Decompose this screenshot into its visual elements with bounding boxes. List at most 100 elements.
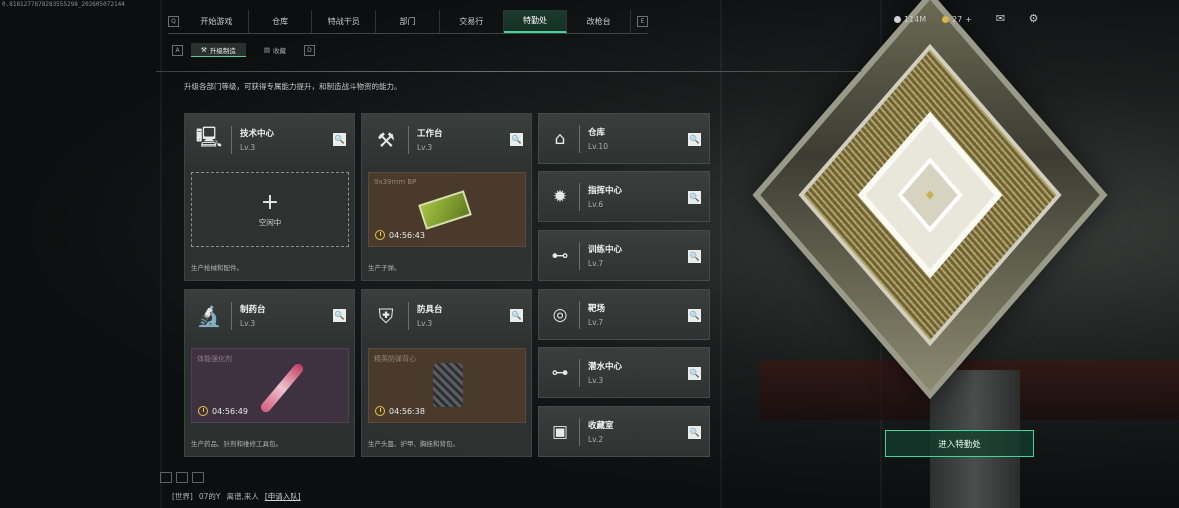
chat-message: 离谱,来人 [226, 492, 259, 501]
search-icon[interactable]: 🔍 [510, 133, 523, 146]
dept-card-armor-bench[interactable]: ⛨ 防具台 Lv.3 🔍 精英防弹背心 04:56:38 生产头盔、护甲、胸挂和… [361, 289, 532, 457]
dept-name: 制药台 [240, 305, 266, 315]
timer-value: 04:56:49 [212, 406, 248, 416]
search-icon[interactable]: 🔍 [333, 309, 346, 322]
divider [579, 182, 580, 211]
dept-name: 训练中心 [588, 245, 623, 255]
divider [579, 417, 580, 446]
dept-card-diving-center[interactable]: ⊶ 潜水中心 Lv.3 🔍 [538, 347, 710, 398]
main-nav: Q 开始游戏 仓库 特战干员 部门 交易行 特勤处 改枪台 E [168, 10, 648, 34]
dept-description: 生产头盔、护甲、胸挂和背包。 [368, 440, 459, 448]
sub-nav: A ⚒ 升级制造 ▤ 收藏 D [172, 43, 315, 57]
armor-icon: ⛨ [378, 303, 394, 328]
target-icon: ◎ [552, 304, 568, 325]
dept-level: Lv.3 [417, 319, 433, 328]
search-icon[interactable]: 🔍 [688, 191, 701, 204]
production-timer: 04:56:38 [375, 406, 425, 416]
chat-controls [160, 472, 204, 483]
production-slot[interactable]: 精英防弹背心 04:56:38 [368, 348, 526, 423]
dept-card-collection-room[interactable]: ▣ 收藏室 Lv.2 🔍 [538, 406, 710, 457]
search-icon[interactable]: 🔍 [510, 309, 523, 322]
search-icon[interactable]: 🔍 [688, 250, 701, 263]
card-header: ⛨ 防具台 Lv.3 🔍 [362, 290, 531, 341]
clock-icon [375, 406, 385, 416]
dept-name: 指挥中心 [588, 186, 623, 196]
subtab-label: 收藏 [272, 47, 286, 55]
build-watermark: 0.8181277878283555298_202605072144 [2, 1, 125, 8]
timer-value: 04:56:38 [389, 406, 425, 416]
production-timer: 04:56:49 [198, 406, 248, 416]
dept-name: 技术中心 [240, 129, 275, 139]
production-slot-empty[interactable]: + 空闲中 [191, 172, 349, 247]
tab-upgrade-craft[interactable]: ⚒ 升级制造 [191, 43, 246, 57]
dumbbell-icon: ⊷ [551, 245, 569, 266]
syringe-image [258, 361, 306, 415]
item-name: 9x39mm BP [374, 178, 417, 186]
dept-card-workbench[interactable]: ⚒ 工作台 Lv.3 🔍 9x39mm BP 04:56:43 生产子弹。 [361, 113, 532, 281]
divider [579, 124, 580, 153]
wrench-icon: ⚒ [201, 45, 207, 54]
enter-special-ops-button[interactable]: 进入特勤处 [885, 430, 1034, 457]
search-icon[interactable]: 🔍 [688, 367, 701, 380]
dept-name: 仓库 [588, 128, 606, 138]
dept-card-tech-center[interactable]: 🖳 技术中心 Lv.3 🔍 + 空闲中 生产枪械和配件。 [184, 113, 355, 281]
chat-toggle-button[interactable] [160, 472, 172, 483]
join-team-link[interactable]: [申请入队] [265, 491, 301, 502]
dept-level: Lv.3 [417, 143, 433, 152]
gear-icon[interactable]: ⚙ [1027, 13, 1040, 25]
microscope-icon: 🔬 [196, 303, 222, 328]
tab-trade[interactable]: 交易行 [440, 10, 504, 33]
production-slot[interactable]: 9x39mm BP 04:56:43 [368, 172, 526, 247]
nav-next-key[interactable]: E [637, 16, 648, 27]
dept-card-warehouse[interactable]: ⌂ 仓库 Lv.10 🔍 [538, 113, 710, 164]
subtab-label: 升级制造 [209, 46, 236, 55]
production-slot[interactable]: 体能强化剂 04:56:49 [191, 348, 349, 423]
tab-warehouse[interactable]: 仓库 [249, 10, 313, 33]
tab-gunsmith[interactable]: 改枪台 [567, 10, 632, 33]
dept-level: Lv.3 [240, 319, 256, 328]
dept-description: 生产药品、针剂和维修工具包。 [191, 440, 282, 448]
dept-level: Lv.7 [588, 259, 604, 268]
search-icon[interactable]: 🔍 [688, 426, 701, 439]
gold-amount: 27 [952, 15, 963, 24]
chat-user[interactable]: 07的Y [199, 491, 221, 502]
chat-settings-button[interactable] [192, 472, 204, 483]
dept-level: Lv.10 [588, 142, 608, 151]
dept-level: Lv.3 [240, 143, 256, 152]
gold-currency[interactable]: 27 + [942, 15, 972, 24]
tab-operators[interactable]: 特战干员 [312, 10, 377, 33]
command-icon: ✹ [552, 186, 568, 207]
dept-name: 潜水中心 [588, 362, 623, 372]
subnav-next-key[interactable]: D [303, 44, 315, 56]
search-icon[interactable]: 🔍 [333, 133, 346, 146]
card-header: 🔬 制药台 Lv.3 🔍 [185, 290, 354, 341]
dept-card-command-center[interactable]: ✹ 指挥中心 Lv.6 🔍 [538, 171, 710, 222]
dept-name: 防具台 [417, 305, 443, 315]
tab-collection[interactable]: ▤ 收藏 [254, 43, 296, 57]
divider [231, 125, 232, 154]
mail-icon[interactable]: ✉ [994, 13, 1007, 25]
nav-prev-key[interactable]: Q [168, 16, 179, 27]
dept-card-pharmacy[interactable]: 🔬 制药台 Lv.3 🔍 体能强化剂 04:56:49 生产药品、针剂和维修工具… [184, 289, 355, 457]
chat-channel-button[interactable] [176, 472, 188, 483]
tab-special-ops[interactable]: 特勤处 [503, 10, 568, 33]
chat-line: [世界] 07的Y 离谱,来人 [申请入队] [172, 491, 301, 502]
silver-coin-icon [894, 16, 901, 23]
dept-description: 生产子弹。 [368, 264, 401, 272]
dept-card-training-center[interactable]: ⊷ 训练中心 Lv.7 🔍 [538, 230, 710, 281]
card-header: ⚒ 工作台 Lv.3 🔍 [362, 114, 531, 165]
clock-icon [375, 230, 385, 240]
chat-channel: [世界] [172, 492, 193, 501]
dept-name: 靶场 [588, 304, 606, 314]
dept-level: Lv.2 [588, 435, 604, 444]
subnav-prev-key[interactable]: A [172, 44, 183, 56]
item-name: 体能强化剂 [197, 355, 232, 363]
tab-start-game[interactable]: 开始游戏 [185, 10, 249, 33]
diving-icon: ⊶ [551, 362, 569, 383]
divider [408, 125, 409, 154]
search-icon[interactable]: 🔍 [688, 133, 701, 146]
tab-departments[interactable]: 部门 [376, 10, 440, 33]
dept-card-shooting-range[interactable]: ◎ 靶场 Lv.7 🔍 [538, 289, 710, 340]
search-icon[interactable]: 🔍 [688, 309, 701, 322]
gold-add-button[interactable]: + [965, 15, 972, 24]
